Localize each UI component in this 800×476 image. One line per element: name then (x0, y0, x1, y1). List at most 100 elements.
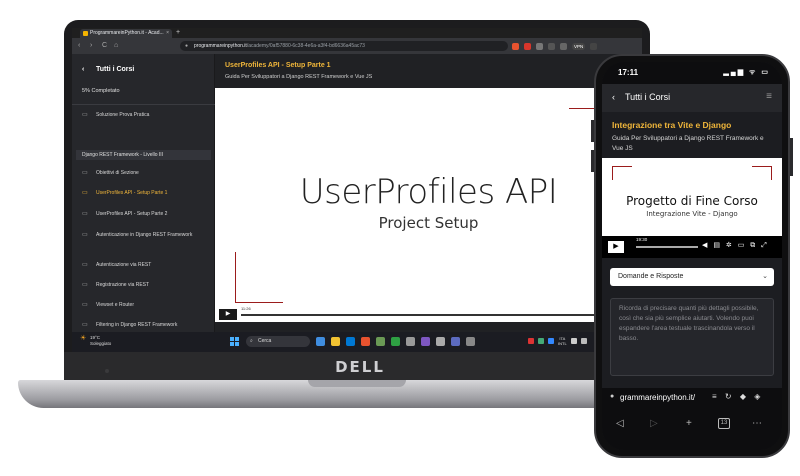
dell-logo: DELL (335, 358, 385, 376)
decor-corner (752, 166, 772, 180)
browser-tab[interactable]: ProgrammareinPython.it - Acad... × (80, 29, 172, 38)
laptop-sensor (105, 369, 109, 373)
video-icon: ▭ (82, 262, 88, 268)
decor-line (235, 252, 236, 302)
seek-bar[interactable] (636, 246, 698, 248)
seek-bar[interactable] (241, 314, 611, 316)
lesson-item[interactable]: ▭ Autenticazione via REST (82, 262, 210, 269)
vscode-icon[interactable] (346, 337, 355, 346)
weather-widget[interactable]: ☀ 19°C Soleggiato (80, 335, 111, 347)
url-bar-icons[interactable]: ≡ ↻ ◆ ◈ (712, 392, 763, 401)
app-icon[interactable] (391, 337, 400, 346)
course-app: ‹ Tutti i Corsi 5% Completato ▭ Soluzion… (72, 54, 642, 332)
course-sidebar: ‹ Tutti i Corsi 5% Completato ▭ Soluzion… (72, 54, 215, 332)
play-button[interactable]: ▶ (219, 309, 237, 320)
wifi-icon[interactable] (570, 338, 577, 344)
phone-screen: 17:11 ▂▄▆ ᯤ ▭ ‹ Tutti i Corsi ≡ Integraz… (602, 62, 782, 450)
tab-count[interactable]: 13 (718, 418, 730, 429)
lesson-item[interactable]: ▭ Registrazione via REST (82, 282, 210, 289)
new-tab-icon[interactable]: + (686, 418, 692, 429)
back-icon[interactable]: ‹ (82, 66, 84, 73)
folder-icon[interactable] (331, 337, 340, 346)
lesson-item[interactable]: ▭ Filtering in Django REST Framework (82, 322, 210, 330)
phone-bottom-toolbar: ◁ ▷ + 13 ⋯ (602, 408, 782, 450)
phone-url-bar[interactable]: ● grammareinpython.it/ ≡ ↻ ◆ ◈ (602, 388, 782, 408)
extensions-icon[interactable] (536, 42, 543, 50)
lock-icon: ● (185, 43, 189, 49)
forward-icon[interactable]: ▷ (650, 418, 658, 429)
lesson-item[interactable]: ▭ Viewset e Router (82, 302, 210, 309)
lesson-label: UserProfiles API - Setup Parte 1 (96, 190, 168, 196)
phone-url[interactable]: grammareinpython.it/ (620, 393, 706, 402)
volume-icon[interactable] (580, 338, 587, 344)
reload-icon[interactable]: C (102, 41, 107, 51)
section-header[interactable]: Django REST Framework - Livello III (76, 150, 211, 160)
status-icons: ▂▄▆ ᯤ ▭ (723, 69, 770, 76)
home-icon[interactable]: ⌂ (114, 41, 118, 51)
back-icon[interactable]: ‹ (612, 92, 615, 102)
menu-icon[interactable] (590, 42, 598, 50)
lesson-label: Autenticazione via REST (96, 262, 152, 268)
tray-app-icon[interactable] (538, 338, 544, 344)
sidebar-toggle-icon[interactable] (548, 42, 555, 50)
sidebar-title[interactable]: Tutti i Corsi (96, 66, 134, 73)
lesson-label: Autenticazione in Django REST Framework (96, 232, 193, 238)
slide-subtitle: Project Setup (378, 214, 479, 232)
language-indicator[interactable]: ITA INTL (558, 336, 567, 346)
phone-power-button (790, 138, 793, 176)
extension-icons: VPN (512, 41, 598, 51)
hamburger-menu-icon[interactable]: ≡ (766, 91, 772, 102)
video-icon: ▭ (82, 232, 88, 238)
brave-icon[interactable] (361, 337, 370, 346)
keyboard-layout: INTL (558, 341, 567, 346)
lesson-subtitle: Guida Per Sviluppatori a Django REST Fra… (225, 74, 373, 80)
back-icon[interactable]: ◁ (616, 418, 624, 429)
bluetooth-icon[interactable] (548, 338, 554, 344)
brave-rewards-icon[interactable] (524, 42, 531, 50)
nav-title[interactable]: Tutti i Corsi (625, 92, 670, 102)
phone-nav-bar: ‹ Tutti i Corsi ≡ (602, 84, 782, 112)
lesson-item[interactable]: ▭ Autenticazione in Django REST Framewor… (82, 232, 210, 239)
brave-shield-icon[interactable] (512, 42, 519, 50)
sidebar-divider (72, 104, 215, 105)
sun-icon: ☀ (80, 335, 87, 342)
windows-start-icon[interactable] (230, 337, 239, 346)
taskbar-search[interactable]: ⌕ Cerca (246, 336, 310, 347)
app-icon[interactable] (316, 337, 325, 346)
new-tab-button[interactable]: + (176, 28, 180, 38)
address-bar[interactable]: ● programmareinpython.it/academy/0af5788… (180, 41, 508, 51)
play-button[interactable]: ▶ (608, 241, 624, 253)
more-icon[interactable]: ⋯ (752, 418, 762, 429)
progress-label: 5% Completato (82, 88, 120, 94)
video-player[interactable]: UserProfiles API Project Setup (215, 88, 642, 306)
question-textarea[interactable]: Ricorda di precisare quanti più dettagli… (610, 298, 774, 376)
video-player[interactable]: Progetto di Fine Corso Integrazione Vite… (602, 158, 782, 258)
lesson-item[interactable]: ▭ UserProfiles API - Setup Parte 2 (82, 211, 210, 218)
phone-volume-button (591, 150, 594, 172)
lesson-title: Integrazione tra Vite e Django (612, 120, 732, 130)
lesson-label: Filtering in Django REST Framework (96, 322, 178, 328)
video-icon: ▭ (82, 112, 88, 118)
browser-tabbar: ProgrammareinPython.it - Acad... × + (72, 28, 642, 38)
video-icon: ▭ (82, 170, 88, 176)
forward-icon[interactable]: › (90, 41, 92, 51)
close-icon[interactable]: × (166, 29, 169, 38)
app-icon[interactable] (406, 337, 415, 346)
app-icon[interactable] (376, 337, 385, 346)
lesson-item-active[interactable]: ▭ UserProfiles API - Setup Parte 1 (82, 190, 210, 197)
qa-dropdown[interactable]: Domande e Risposte ⌄ (610, 268, 774, 286)
lesson-item[interactable]: ▭ Obiettivi di Sezione (82, 170, 210, 177)
slide-title: Progetto di Fine Corso (626, 194, 758, 208)
vpn-button[interactable]: VPN (572, 42, 586, 50)
lesson-main: UserProfiles API - Setup Parte 1 Guida P… (215, 54, 642, 332)
lesson-item[interactable]: ▭ Soluzione Prova Pratica (82, 112, 210, 119)
back-icon[interactable]: ‹ (78, 41, 80, 51)
settings-icon[interactable] (466, 337, 475, 346)
app-icon[interactable] (436, 337, 445, 346)
app-icon[interactable] (421, 337, 430, 346)
player-control-icons[interactable]: ◀ ▤ ✲ ▭ ⧉ ⤢ (702, 241, 769, 250)
app-icon[interactable] (451, 337, 460, 346)
decor-line (235, 302, 283, 303)
tray-app-icon[interactable] (528, 338, 534, 344)
wallet-icon[interactable] (560, 42, 567, 50)
